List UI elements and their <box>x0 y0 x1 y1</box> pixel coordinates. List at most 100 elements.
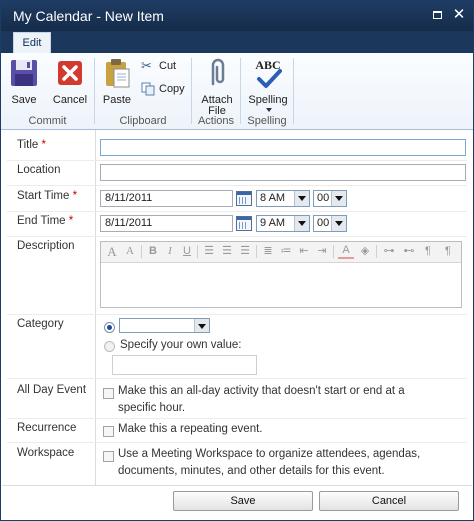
cut-button[interactable]: ✂ Cut <box>141 58 189 76</box>
rich-text-toolbar: A A B I U ☰ ☰ ☰ ≣ ≔ ⇤ ⇥ A ◈ ⊶ ⊷ ¶ ¶ <box>101 242 461 263</box>
cancel-button[interactable]: Cancel <box>319 491 459 511</box>
copy-icon <box>141 82 155 96</box>
end-hour-value: 9 AM <box>260 217 286 229</box>
group-label-clipboard: Clipboard <box>119 115 167 127</box>
recurrence-field-label: Recurrence <box>17 422 77 434</box>
paste-button[interactable]: Paste <box>99 57 135 113</box>
end-hour-select[interactable]: 9 AM <box>256 215 310 232</box>
spelling-label: Spelling <box>248 94 288 106</box>
copy-button[interactable]: Copy <box>141 81 189 99</box>
all-day-event-text: Make this an all-day activity that doesn… <box>118 385 405 414</box>
workspace-field-label: Workspace <box>17 447 75 459</box>
window-title: My Calendar - New Item <box>13 8 164 24</box>
spelling-button[interactable]: ABC Spelling <box>244 57 292 115</box>
copy-label: Copy <box>159 83 185 95</box>
start-hour-value: 8 AM <box>260 192 286 204</box>
start-date-input[interactable]: 8/11/2011 <box>100 190 233 207</box>
font-color-icon[interactable]: A <box>338 244 354 259</box>
bold-icon[interactable]: B <box>146 244 160 259</box>
category-choice-radio[interactable] <box>104 322 115 333</box>
underline-icon[interactable]: U <box>180 244 194 259</box>
hyperlink-icon[interactable]: ⊶ <box>381 244 397 259</box>
category-field-label: Category <box>17 318 64 330</box>
row-separator <box>7 418 467 419</box>
chevron-down-icon <box>294 191 309 206</box>
description-textarea[interactable] <box>101 263 461 307</box>
highlight-icon[interactable]: ◈ <box>358 244 372 259</box>
align-right-icon[interactable]: ☰ <box>238 244 252 259</box>
start-time-label-text: Start Time <box>17 190 70 202</box>
cancel-label: Cancel <box>52 94 88 106</box>
end-minute-select[interactable]: 00 <box>313 215 347 232</box>
maximize-icon[interactable] <box>428 7 446 23</box>
title-input[interactable] <box>100 139 466 156</box>
ribbon-group-spelling: ABC Spelling Spelling <box>241 53 293 129</box>
unlink-icon[interactable]: ⊷ <box>401 244 417 259</box>
decrease-indent-icon[interactable]: ⇤ <box>297 244 311 259</box>
start-time-field-label: Start Time * <box>17 190 77 202</box>
ribbon-group-actions: Attach File Actions <box>192 53 240 129</box>
recurrence-checkbox[interactable] <box>103 426 114 437</box>
save-button[interactable]: Save <box>173 491 313 511</box>
numbered-list-icon[interactable]: ≣ <box>261 244 275 259</box>
increase-indent-icon[interactable]: ⇥ <box>315 244 329 259</box>
start-minute-value: 00 <box>317 192 330 204</box>
category-specify-radio[interactable] <box>104 341 115 352</box>
start-minute-select[interactable]: 00 <box>313 190 347 207</box>
description-rich-text-editor: A A B I U ☰ ☰ ☰ ≣ ≔ ⇤ ⇥ A ◈ ⊶ ⊷ ¶ ¶ <box>100 241 462 308</box>
ribbon-group-clipboard: Paste ✂ Cut Copy Clipboard <box>95 53 191 129</box>
bulleted-list-icon[interactable]: ≔ <box>279 244 293 259</box>
calendar-icon[interactable] <box>236 191 252 206</box>
dialog-button-bar: Save Cancel <box>2 485 472 520</box>
save-label: Save <box>11 94 37 106</box>
align-left-icon[interactable]: ☰ <box>202 244 216 259</box>
rtl-direction-icon[interactable]: ¶ <box>440 244 456 259</box>
end-time-field-label: End Time * <box>17 215 73 227</box>
required-marker: * <box>68 215 74 227</box>
location-field-label: Location <box>17 164 61 176</box>
required-marker: * <box>72 190 78 202</box>
toolbar-separator <box>333 245 334 258</box>
category-select[interactable] <box>119 318 210 333</box>
recurrence-text: Make this a repeating event. <box>118 423 263 435</box>
location-input[interactable] <box>100 164 466 181</box>
cancel-x-icon <box>58 61 82 85</box>
attach-file-button[interactable]: Attach File <box>196 57 238 117</box>
all-day-event-checkbox[interactable] <box>103 388 114 399</box>
row-separator <box>7 314 467 315</box>
chevron-down-icon <box>331 216 346 231</box>
tab-edit[interactable]: Edit <box>13 32 51 53</box>
all-day-event-field-label: All Day Event <box>17 384 87 396</box>
ribbon-tab-strip: Edit <box>1 31 473 53</box>
end-date-input[interactable]: 8/11/2011 <box>100 215 233 232</box>
spelling-check-icon: ABC <box>252 57 284 89</box>
toolbar-separator <box>197 245 198 258</box>
row-separator <box>7 211 467 212</box>
chevron-down-icon <box>294 216 309 231</box>
italic-icon[interactable]: I <box>163 244 177 259</box>
font-icon[interactable]: A <box>104 244 120 259</box>
floppy-disk-icon <box>11 60 37 86</box>
dialog-window: My Calendar - New Item ✕ Edit Save Cance… <box>0 0 474 521</box>
ltr-direction-icon[interactable]: ¶ <box>420 244 436 259</box>
row-separator <box>7 160 467 161</box>
toolbar-separator <box>256 245 257 258</box>
save-button[interactable]: Save <box>5 57 43 113</box>
required-marker: * <box>41 139 46 151</box>
cancel-button[interactable]: Cancel <box>49 57 91 113</box>
toolbar-separator <box>141 245 142 258</box>
font-size-icon[interactable]: A <box>122 244 138 259</box>
workspace-checkbox[interactable] <box>103 451 114 462</box>
end-minute-value: 00 <box>317 217 330 229</box>
align-center-icon[interactable]: ☰ <box>220 244 234 259</box>
close-icon[interactable]: ✕ <box>450 7 468 23</box>
row-separator <box>7 442 467 443</box>
title-label-text: Title <box>17 139 39 151</box>
chevron-down-icon <box>194 319 209 332</box>
calendar-icon[interactable] <box>236 216 252 231</box>
ribbon-separator <box>293 58 294 124</box>
specify-own-value-input[interactable] <box>112 355 257 375</box>
description-field-label: Description <box>17 240 75 252</box>
title-field-label: Title * <box>17 139 46 151</box>
start-hour-select[interactable]: 8 AM <box>256 190 310 207</box>
